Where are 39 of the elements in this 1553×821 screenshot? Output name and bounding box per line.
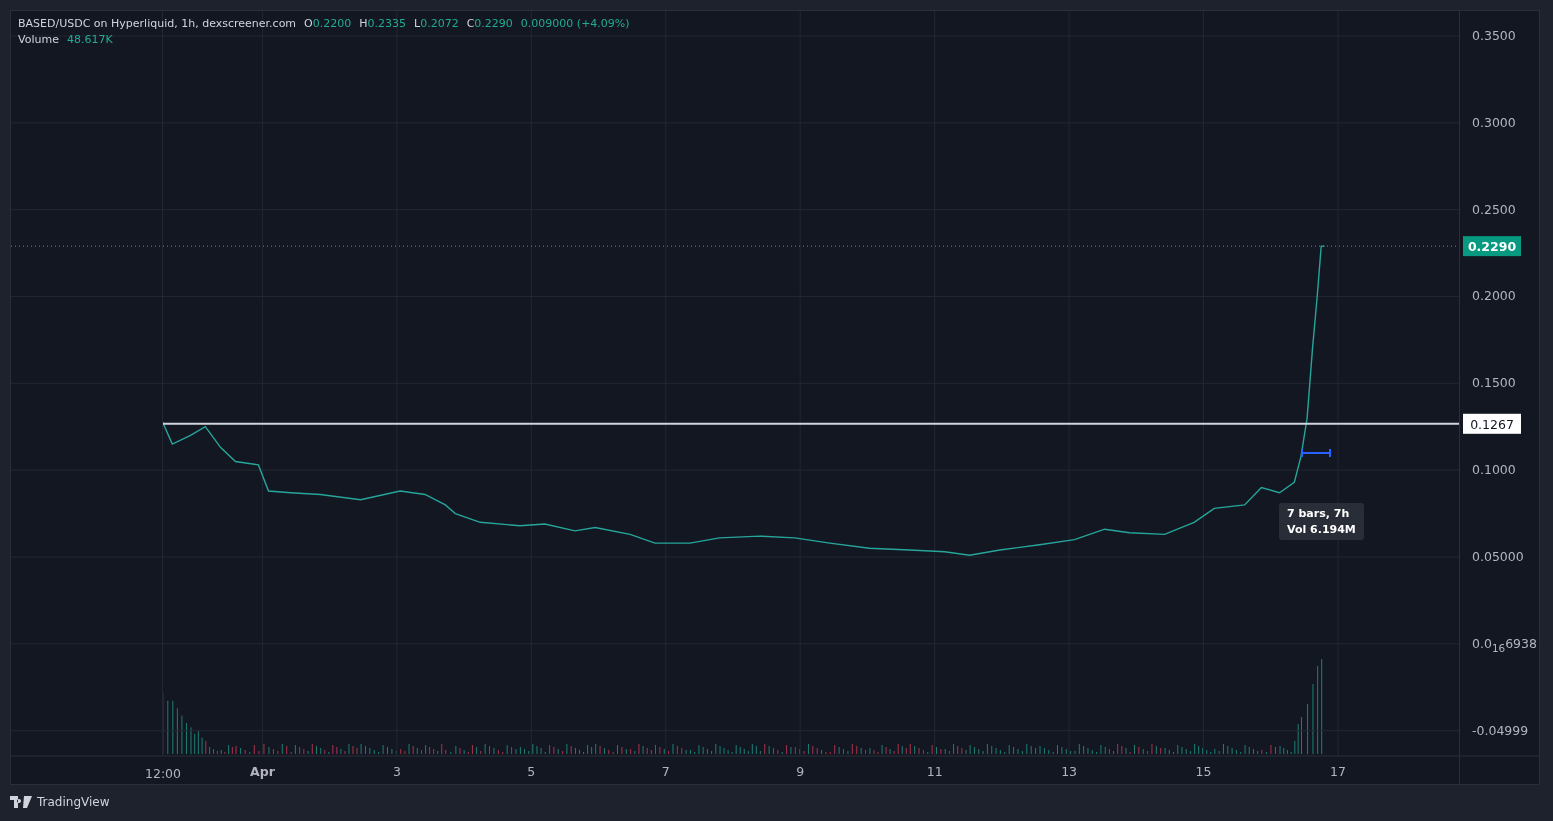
brand-name[interactable]: TradingView xyxy=(37,795,110,809)
price-level-label: 0.1267 xyxy=(1463,413,1521,434)
ohlc-value: 0.2200 xyxy=(312,17,352,30)
tooltip-text: Vol 6.194M xyxy=(1287,523,1356,536)
y-axis-label: 0.1500 xyxy=(1472,374,1516,393)
x-axis-label: 7 xyxy=(661,764,670,779)
x-axis-label: 11 xyxy=(926,764,943,779)
x-axis-label: 13 xyxy=(1061,764,1078,779)
y-axis-label: -0.04999 xyxy=(1472,721,1529,740)
ohlc-key: H xyxy=(359,17,368,30)
y-axis-label: 0.2000 xyxy=(1472,287,1516,306)
y-axis-label: 0.3500 xyxy=(1472,27,1516,45)
y-axis-label: 0.3000 xyxy=(1472,113,1516,132)
x-axis-label: 5 xyxy=(527,764,536,779)
x-axis-label: 9 xyxy=(796,764,805,779)
y-axis-label: 0.2500 xyxy=(1472,200,1516,219)
ohlc-value: 0.2072 xyxy=(420,17,459,30)
price-change: 0.009000 (+4.09%) xyxy=(520,17,630,30)
price-level-label: 0.2290 xyxy=(1463,236,1521,257)
ohlc-key: O xyxy=(304,17,313,30)
x-axis-label: 3 xyxy=(392,764,401,779)
tooltip-text: 7 bars, 7h xyxy=(1287,507,1351,520)
logo-icon[interactable] xyxy=(10,796,32,808)
y-axis-label: 0.05000 xyxy=(1472,548,1524,566)
ref-line-label: 0.1267 xyxy=(1470,416,1514,432)
ohlc-key: C xyxy=(466,17,475,30)
x-axis-label: Apr xyxy=(250,764,275,779)
volume-value: 48.617K xyxy=(66,33,113,46)
symbol-title: BASED/USDC on Hyperliquid, 1h, dexscreener.com xyxy=(18,17,297,30)
y-axis-label: 0.0$_{16}$6938 xyxy=(1472,634,1537,656)
measure-range-drawing[interactable] xyxy=(1301,448,1331,458)
ohlc-key: L xyxy=(414,17,421,30)
x-axis-label: 12:00 xyxy=(145,766,182,781)
volume-label: Volume xyxy=(18,33,59,46)
ohlc-value: 0.2290 xyxy=(474,17,513,30)
ohlc-value: 0.2335 xyxy=(367,17,407,30)
x-axis-label: 17 xyxy=(1330,764,1346,779)
x-axis-label: 15 xyxy=(1195,764,1212,779)
y-axis-label: 0.1000 xyxy=(1472,461,1516,480)
